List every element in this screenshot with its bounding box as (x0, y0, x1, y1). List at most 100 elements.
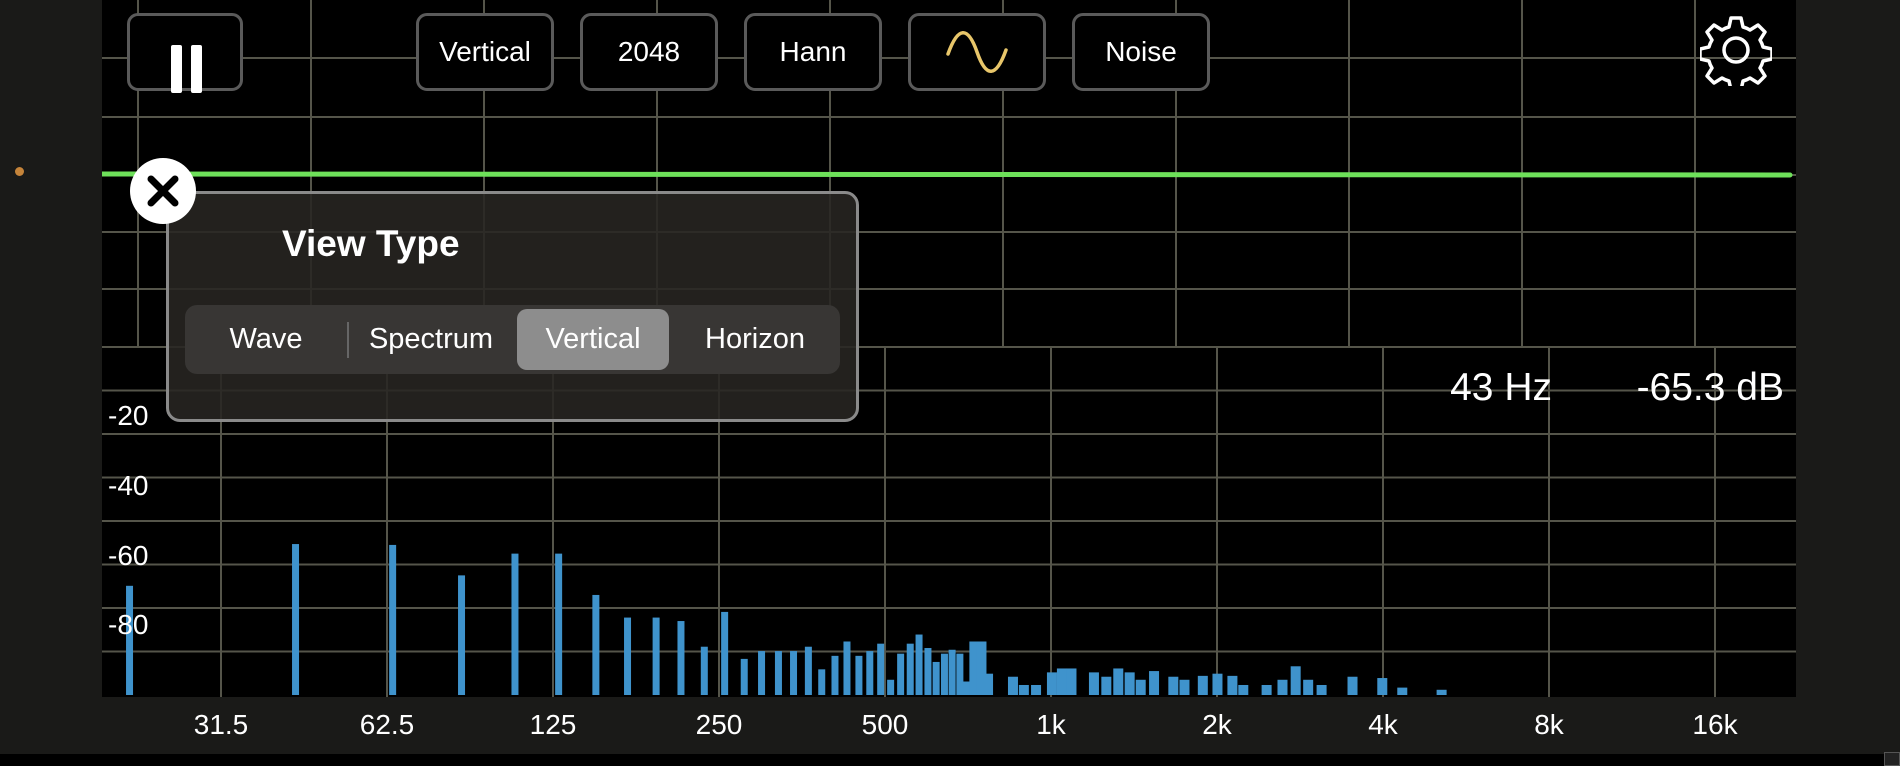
view-type-button-label: Vertical (439, 36, 531, 67)
spectrum-bar (1149, 671, 1160, 695)
view-option-spectrum[interactable]: Spectrum (349, 309, 513, 370)
spectrum-bar (458, 575, 466, 695)
spectrum-bar (1179, 679, 1190, 695)
x-tick-label: 8k (1534, 709, 1564, 740)
spectrum-bar (1436, 689, 1447, 695)
spectrum-bar (592, 594, 600, 695)
spectrum-bar (932, 661, 940, 695)
signal-generator-button[interactable] (908, 13, 1046, 91)
view-option-vertical[interactable]: Vertical (517, 309, 669, 370)
x-tick-label: 16k (1692, 709, 1738, 740)
spectrum-bar (1168, 676, 1179, 695)
spectrum-bar (511, 553, 519, 695)
view-type-segmented-control: Wave Spectrum Vertical Horizon (185, 305, 840, 374)
x-tick-label: 500 (861, 709, 909, 740)
x-tick-label: 2k (1202, 709, 1232, 740)
window-function-button-label: Hann (779, 36, 847, 67)
fft-size-button-label: 2048 (617, 36, 681, 67)
spectrum-bar (624, 617, 632, 695)
spectrum-bar (1197, 675, 1208, 695)
y-tick-label: -60 (108, 540, 149, 571)
spectrum-bar (1088, 672, 1099, 695)
spectrum-bar (292, 544, 300, 695)
spectrum-bar (389, 544, 397, 695)
spectrum-bar (983, 673, 994, 695)
spectrum-bar (897, 653, 905, 695)
x-tick-label: 4k (1368, 709, 1398, 740)
spectrum-bar (887, 679, 895, 695)
spectrum-bar (740, 658, 748, 695)
spectrum-bar (1316, 684, 1327, 695)
spectrum-bar (831, 655, 839, 695)
view-option-label: Wave (229, 323, 303, 355)
view-option-label: Spectrum (368, 323, 494, 355)
x-tick-label: 125 (529, 709, 577, 740)
spectrum-bar (1277, 679, 1288, 695)
view-option-label: Horizon (705, 323, 805, 355)
spectrum-bar (758, 651, 766, 695)
spectrum-bar (1101, 676, 1112, 695)
noise-button[interactable]: Noise (1072, 13, 1210, 91)
noise-button-label: Noise (1105, 36, 1177, 67)
spectrum-bar (1056, 668, 1067, 695)
spectrum-bar (1261, 684, 1272, 695)
spectrum-bar (877, 643, 885, 695)
spectrum-bar (940, 653, 948, 695)
spectrum-bar (700, 646, 708, 695)
spectrum-bar (1135, 679, 1146, 695)
spectrum-bar (774, 651, 782, 695)
spectrum-bar (1066, 668, 1077, 695)
spectrum-bar (915, 634, 923, 695)
spectrum-bar (677, 621, 685, 695)
close-panel-button[interactable] (130, 158, 196, 224)
spectrum-bar (855, 655, 863, 695)
view-type-title: View Type (282, 223, 460, 264)
view-type-button[interactable]: Vertical (416, 13, 554, 91)
y-tick-label: -40 (108, 470, 149, 501)
spectrum-bar (1397, 687, 1408, 695)
view-option-wave[interactable]: Wave (185, 309, 347, 370)
level-trace-line (102, 171, 1793, 178)
spectrum-bar (906, 643, 914, 695)
y-tick-label: -80 (108, 609, 149, 640)
view-option-horizon[interactable]: Horizon (675, 309, 835, 370)
spectrum-bar (790, 651, 798, 695)
close-icon (147, 175, 179, 207)
spectrum-bar (1238, 684, 1249, 695)
spectrum-bar (956, 653, 964, 695)
pause-button[interactable] (127, 13, 243, 93)
x-tick-label: 31.5 (193, 709, 249, 740)
spectrum-bar (1347, 676, 1358, 695)
y-tick-label: -20 (108, 400, 149, 431)
gear-icon (1698, 16, 1774, 92)
spectrum-bar (1031, 684, 1042, 695)
spectrum-bar (1290, 666, 1301, 695)
spectrum-bar (1124, 672, 1135, 695)
spectrum-bar (1303, 679, 1314, 695)
pause-icon-bar (191, 45, 202, 93)
spectrum-bar (721, 611, 729, 695)
spectrum-bar (948, 649, 956, 695)
status-dot (15, 167, 24, 176)
spectrum-bar (843, 641, 851, 695)
settings-button[interactable] (1698, 14, 1774, 92)
window-function-button[interactable]: Hann (744, 13, 882, 91)
frequency-readout: 43 Hz (1450, 366, 1552, 409)
spectrum-bar (1007, 676, 1018, 695)
spectrum-bar (924, 648, 932, 695)
view-option-label: Vertical (545, 323, 641, 355)
corner-indicator (1884, 752, 1900, 766)
spectrum-bar (804, 646, 812, 695)
spectrum-bar (1113, 668, 1124, 695)
spectrum-bar (866, 651, 874, 695)
spectrum-bar (652, 617, 660, 695)
x-tick-label: 1k (1036, 709, 1066, 740)
spectrum-bar (1227, 675, 1238, 695)
fft-size-button[interactable]: 2048 (580, 13, 718, 91)
spectrum-bar (1377, 678, 1388, 695)
bottom-bar (0, 754, 1900, 766)
spectrum-bar (1212, 673, 1223, 695)
app-screen: Vertical 2048 Hann Noise 43 Hz -65.3 dB … (0, 0, 1900, 766)
spectrum-bar (1018, 684, 1029, 695)
spectrum-bar (818, 669, 826, 695)
